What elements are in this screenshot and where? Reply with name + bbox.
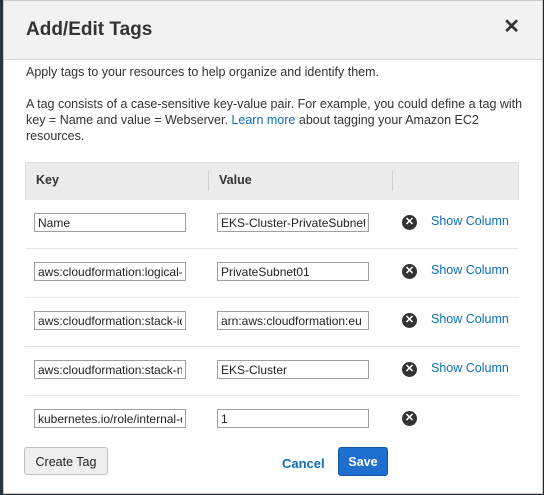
tag-key-input[interactable] xyxy=(34,311,186,330)
dialog-header: Add/Edit Tags ✕ xyxy=(4,1,542,60)
tag-value-input[interactable] xyxy=(217,262,369,281)
dialog-title: Add/Edit Tags xyxy=(26,19,153,40)
cancel-button[interactable]: Cancel xyxy=(282,456,325,471)
save-button[interactable]: Save xyxy=(338,447,388,476)
delete-icon[interactable]: ✕ xyxy=(402,313,417,328)
close-icon[interactable]: ✕ xyxy=(503,17,520,37)
table-header: Key Value xyxy=(25,162,519,200)
column-header-key: Key xyxy=(36,173,59,187)
delete-icon[interactable]: ✕ xyxy=(402,362,417,377)
column-header-value: Value xyxy=(219,173,252,187)
table-row: ✕ Show Column xyxy=(25,298,519,347)
tag-value-input[interactable] xyxy=(217,213,369,232)
show-column-link[interactable]: Show Column xyxy=(431,361,509,375)
show-column-link[interactable]: Show Column xyxy=(431,312,509,326)
delete-icon[interactable]: ✕ xyxy=(402,264,417,279)
tag-key-input[interactable] xyxy=(34,262,186,281)
delete-icon[interactable]: ✕ xyxy=(402,215,417,230)
column-divider xyxy=(208,171,209,191)
column-divider xyxy=(392,171,393,191)
table-row: ✕ Show Column xyxy=(25,200,519,249)
description-text: A tag consists of a case-sensitive key-v… xyxy=(26,96,526,144)
tag-value-input[interactable] xyxy=(217,360,369,379)
delete-icon[interactable]: ✕ xyxy=(402,411,417,426)
intro-text: Apply tags to your resources to help org… xyxy=(26,65,379,79)
tag-key-input[interactable] xyxy=(34,409,186,428)
tag-value-input[interactable] xyxy=(217,311,369,330)
tag-key-input[interactable] xyxy=(34,213,186,232)
table-row: ✕ Show Column xyxy=(25,249,519,298)
add-edit-tags-dialog: Add/Edit Tags ✕ Apply tags to your resou… xyxy=(3,0,543,494)
learn-more-link[interactable]: Learn more xyxy=(231,113,295,127)
tag-key-input[interactable] xyxy=(34,360,186,379)
dialog-footer: Create Tag Cancel Save xyxy=(4,440,544,495)
show-column-link[interactable]: Show Column xyxy=(431,214,509,228)
table-row: ✕ Show Column xyxy=(25,347,519,396)
create-tag-button[interactable]: Create Tag xyxy=(24,447,108,475)
tag-value-input[interactable] xyxy=(217,409,369,428)
show-column-link[interactable]: Show Column xyxy=(431,263,509,277)
tags-table: Key Value ✕ Show Column ✕ Show Column ✕ … xyxy=(25,162,519,444)
table-row: ✕ xyxy=(25,396,519,444)
